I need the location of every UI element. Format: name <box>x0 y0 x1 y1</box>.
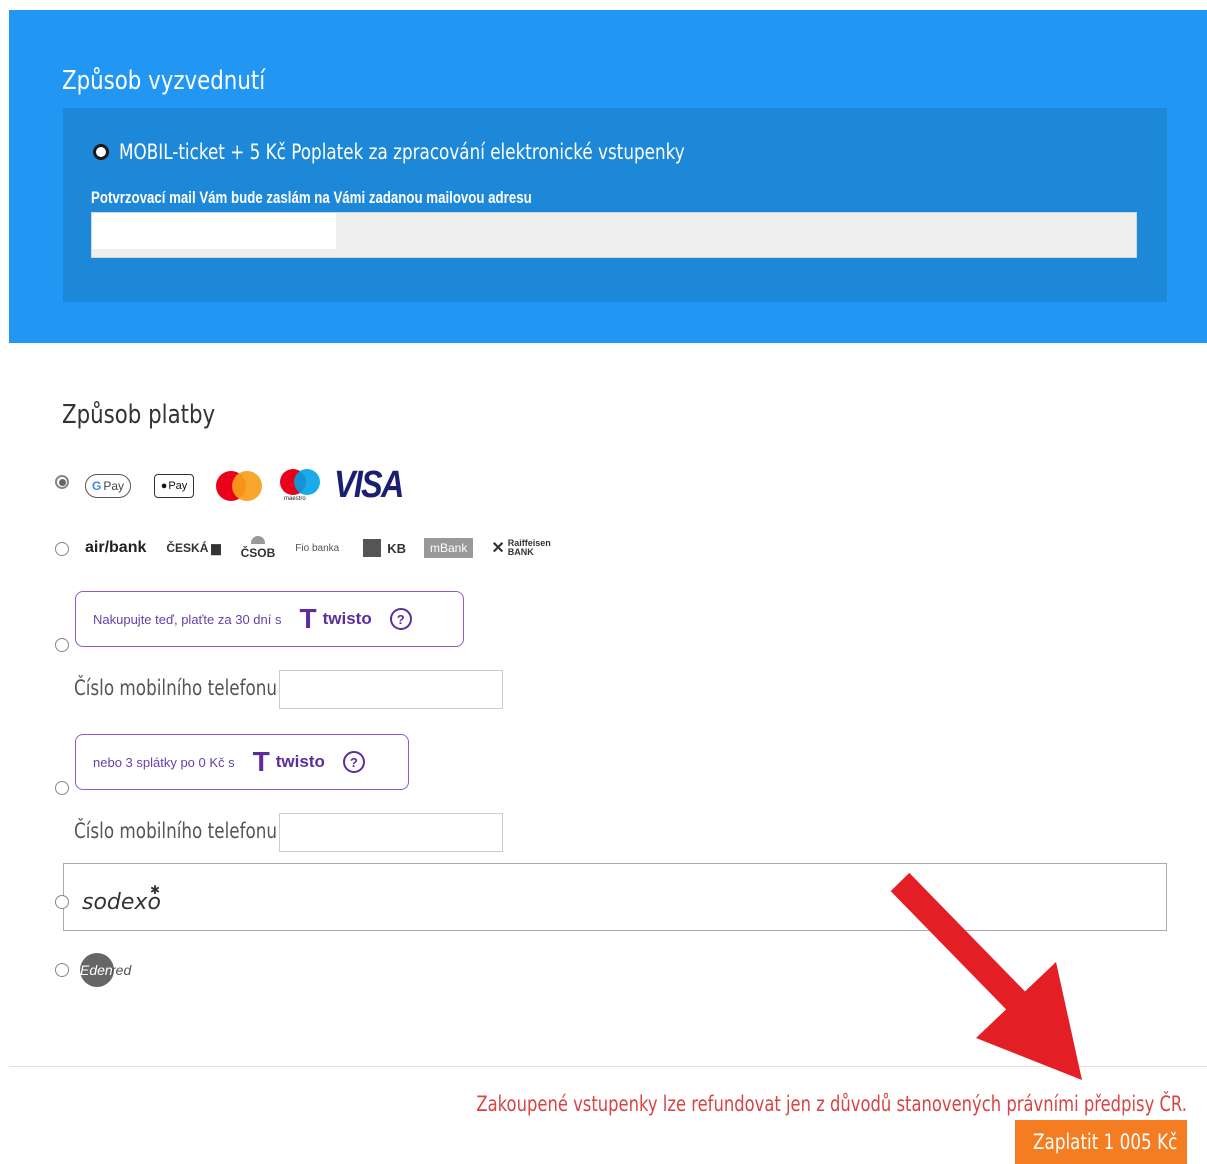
pickup-option[interactable]: MOBIL-ticket + 5 Kč Poplatek za zpracová… <box>93 140 826 164</box>
payment-radio-sodexo[interactable] <box>55 895 69 909</box>
raiffeisen-cross-icon: ✕ <box>491 539 505 557</box>
pay-button-label: Zaplatit 1 005 Kč <box>1033 1130 1178 1154</box>
pickup-radio[interactable] <box>93 144 109 160</box>
payment-radio-card[interactable] <box>55 475 69 489</box>
edenred-logo-text: Eden <box>80 962 113 978</box>
csob-logo: ČSOB <box>241 536 275 560</box>
payment-radio-twisto-30[interactable] <box>55 638 69 652</box>
payment-radio-twisto-3[interactable] <box>55 781 69 795</box>
phone-input-twisto-3[interactable] <box>279 813 503 852</box>
payment-radio-bank[interactable] <box>55 542 69 556</box>
edenred-logo-text-2: red <box>111 962 132 978</box>
google-pay-logo: G Pay <box>85 473 131 498</box>
payment-title: Způsob platby <box>62 400 216 430</box>
help-icon[interactable]: ? <box>342 751 365 773</box>
phone-label-twisto-30: Číslo mobilního telefonu: <box>74 676 283 700</box>
twisto-3-text: nebo 3 splátky po 0 Kč s <box>93 754 235 770</box>
bank-building-icon: ▆ <box>211 541 221 555</box>
twisto-t-icon: T <box>299 603 317 634</box>
twisto-t-icon: T <box>252 746 270 777</box>
pickup-section: Způsob vyzvednutí MOBIL-ticket + 5 Kč Po… <box>9 10 1207 343</box>
twisto-3-banner: nebo 3 splátky po 0 Kč s Ttwisto ? <box>75 734 409 790</box>
bank-logos: air/bank ČESKÁ ▆ ČSOB Fio banka KB mBank … <box>85 536 551 560</box>
confirmation-mail-label: Potvrzovací mail Vám bude zaslám na Vámi… <box>91 188 532 207</box>
pay-button[interactable]: Zaplatit 1 005 Kč <box>1015 1120 1187 1164</box>
airbank-logo: air/bank <box>85 539 147 556</box>
kb-logo: KB <box>363 539 406 557</box>
maestro-logo: maestro <box>280 468 320 503</box>
pickup-title: Způsob vyzvednutí <box>62 66 266 96</box>
ceska-sporitelna-logo: ČESKÁ ▆ <box>166 541 221 555</box>
raiffeisen-logo: ✕ Raiffeisen BANK <box>491 538 551 557</box>
email-field[interactable] <box>91 212 1137 258</box>
pickup-option-label: MOBIL-ticket + 5 Kč Poplatek za zpracová… <box>119 140 685 164</box>
visa-logo: VISA <box>334 464 404 506</box>
apple-icon: ● <box>160 479 168 492</box>
card-logos: G Pay ● Pay maestro VISA <box>85 464 415 507</box>
sodexo-star-icon: ✱ <box>150 883 161 897</box>
twisto-logo: Ttwisto <box>299 603 372 634</box>
twisto-logo: Ttwisto <box>252 746 325 777</box>
fio-logo: Fio banka <box>295 542 340 554</box>
apple-pay-logo: ● Pay <box>154 473 194 498</box>
pickup-option-box: MOBIL-ticket + 5 Kč Poplatek za zpracová… <box>63 108 1167 302</box>
help-icon[interactable]: ? <box>389 608 412 630</box>
twisto-30-text: Nakupujte teď, plaťte za 30 dní s <box>93 611 282 627</box>
mastercard-logo <box>216 470 262 501</box>
mbank-logo: mBank <box>423 538 474 558</box>
payment-radio-edenred[interactable] <box>55 963 69 977</box>
phone-input-twisto-30[interactable] <box>279 670 503 709</box>
email-field-value <box>92 213 336 249</box>
twisto-30-banner: Nakupujte teď, plaťte za 30 dní s Ttwist… <box>75 591 464 647</box>
phone-label-twisto-3: Číslo mobilního telefonu: <box>74 819 283 843</box>
annotation-arrow-icon <box>890 872 1082 1080</box>
